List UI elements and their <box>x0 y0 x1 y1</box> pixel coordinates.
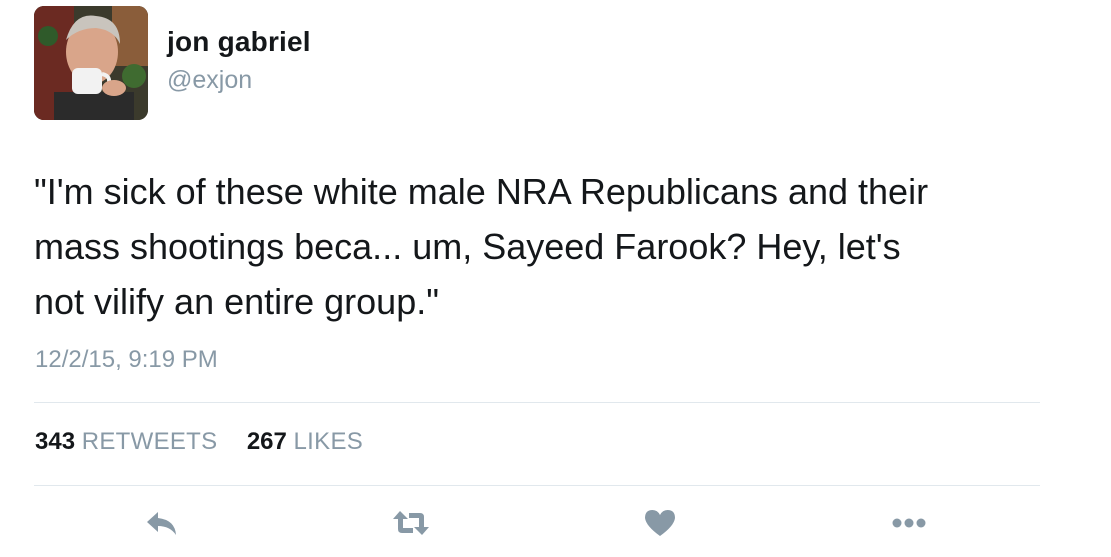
tweet-actions <box>0 505 1111 545</box>
author-handle[interactable]: @exjon <box>167 66 252 95</box>
retweet-icon <box>393 511 429 535</box>
likes-label: LIKES <box>293 428 364 455</box>
tweet-stats: 343 RETWEETS 267 LIKES <box>35 428 363 456</box>
avatar[interactable] <box>34 6 148 120</box>
retweets-stat[interactable]: 343 RETWEETS <box>35 428 224 455</box>
more-button[interactable] <box>887 505 931 541</box>
heart-icon <box>645 510 675 536</box>
likes-stat[interactable]: 267 LIKES <box>240 428 363 455</box>
likes-count: 267 <box>246 428 287 455</box>
more-icon <box>892 518 926 528</box>
retweet-button[interactable] <box>389 505 433 541</box>
like-button[interactable] <box>638 505 682 541</box>
reply-icon <box>147 512 176 535</box>
divider <box>34 402 1040 403</box>
retweets-label: RETWEETS <box>81 428 218 455</box>
tweet-card: jon gabriel @exjon "I'm sick of these wh… <box>0 0 1111 557</box>
retweets-count: 343 <box>35 428 76 455</box>
divider <box>34 485 1040 486</box>
author-display-name[interactable]: jon gabriel <box>167 26 311 58</box>
avatar-photo <box>34 6 148 120</box>
tweet-timestamp[interactable]: 12/2/15, 9:19 PM <box>35 346 218 374</box>
reply-button[interactable] <box>140 505 184 541</box>
tweet-text: "I'm sick of these white male NRA Republ… <box>34 171 929 322</box>
